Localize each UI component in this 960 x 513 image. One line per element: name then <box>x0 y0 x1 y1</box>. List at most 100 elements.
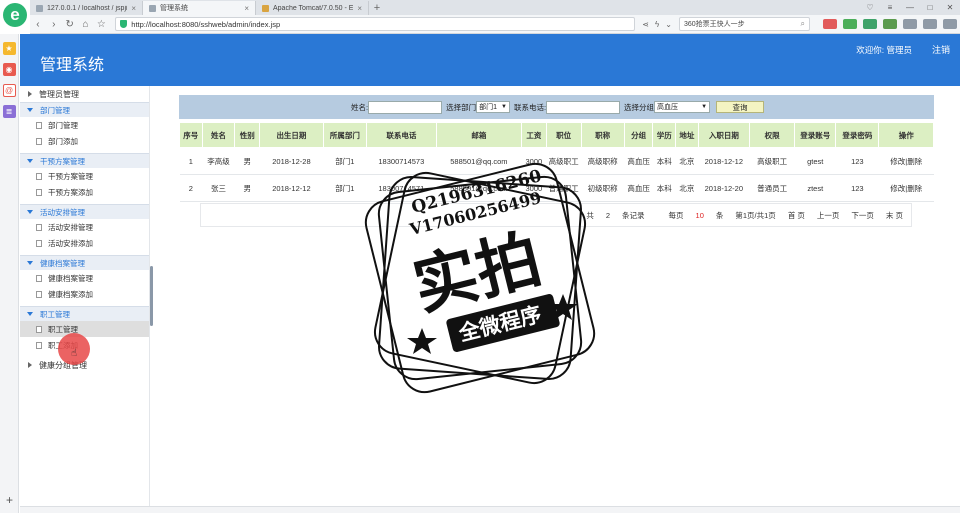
share-icon[interactable]: ⋖ <box>642 20 649 29</box>
name-input[interactable] <box>368 100 443 114</box>
table-cell: 2018-12-28 <box>259 147 324 175</box>
browser-tab-phpmyadmin[interactable]: 127.0.0.1 / localhost / jspjian· × <box>30 1 143 15</box>
close-icon[interactable]: × <box>244 4 249 13</box>
menu-group-plan[interactable]: 干预方案管理 <box>20 153 149 168</box>
url-input[interactable]: http://localhost:8080/sshweb/admin/index… <box>115 17 636 31</box>
menu-scrollbar[interactable] <box>150 266 153 326</box>
browser-tab-tomcat[interactable]: Apache Tomcat/7.0.50 - Error × <box>256 1 369 15</box>
home-icon[interactable]: ⌂ <box>78 19 94 30</box>
search-panel: 姓名: 选择部门 部门1 ▼ 联系电话: 选择分组 高血压 ▼ 查询 <box>179 95 934 119</box>
search-icon[interactable]: ⌕ <box>801 19 805 29</box>
table-cell: 2018-12-12 <box>259 174 324 202</box>
logout-link[interactable]: 注销 <box>932 43 950 56</box>
menu-item-plan-manage[interactable]: 干预方案管理 <box>20 168 149 184</box>
favorites-star-icon[interactable]: ★ <box>2 42 16 55</box>
forward-icon[interactable]: › <box>46 19 62 30</box>
close-icon[interactable]: × <box>131 4 136 13</box>
last-page-link[interactable]: 末 页 <box>886 210 903 221</box>
table-row: 2 张三男 2018-12-12 部门1 18300714571 588501@qq.co… <box>179 174 934 202</box>
table-cell: 男 <box>234 147 260 175</box>
reload-icon[interactable]: ↻ <box>62 19 78 30</box>
notes-icon[interactable]: ≣ <box>2 105 16 118</box>
address-bar: ‹ › ↻ ⌂ ☆ http://localhost:8080/sshweb/a… <box>30 15 960 34</box>
tab-title: 127.0.0.1 / localhost / jspjian· <box>47 4 127 12</box>
caret-right-icon <box>28 91 32 97</box>
extension-icon[interactable] <box>922 19 937 29</box>
menu-group-staff[interactable]: 职工管理 <box>20 306 149 321</box>
tomcat-favicon-icon <box>262 4 269 12</box>
phone-label: 联系电话: <box>513 102 547 112</box>
extension-icon[interactable] <box>882 19 897 29</box>
mail-icon[interactable]: @ <box>2 84 16 97</box>
menu-item-dept-manage[interactable]: 部门管理 <box>20 117 149 133</box>
search-input[interactable]: 360抢票王快人一步 ⌕ <box>678 17 810 31</box>
column-header: 职称 <box>580 122 625 148</box>
add-sidebar-button[interactable]: + <box>0 493 19 507</box>
dept-select[interactable]: 部门1 ▼ <box>476 101 510 113</box>
column-header: 工资 <box>521 122 547 148</box>
menu-group-label: 部门管理 <box>40 105 70 115</box>
menu-item-dept-add[interactable]: 部门添加 <box>20 133 149 149</box>
back-icon[interactable]: ‹ <box>30 19 46 30</box>
browser-logo-icon[interactable]: e <box>3 3 27 27</box>
menu-group-health[interactable]: 健康档案管理 <box>20 255 149 270</box>
table-header-row: 序号 姓名 性别 出生日期 所属部门 联系电话 邮箱 工资 职位 职称 分组 学历 地址 入职日期 权限 登录… <box>179 122 934 148</box>
extension-icon[interactable] <box>842 19 857 29</box>
welcome-text: 欢迎你: 管理员 <box>856 45 912 55</box>
close-window-icon[interactable]: ✕ <box>940 3 960 12</box>
dropdown-icon[interactable]: ⌄ <box>665 20 672 29</box>
menu-item-activity-manage[interactable]: 活动安排管理 <box>20 219 149 235</box>
menu-item-health-manage[interactable]: 健康档案管理 <box>20 270 149 286</box>
page-icon <box>36 188 42 196</box>
menu-group-activity[interactable]: 活动安排管理 <box>20 204 149 219</box>
menu-item-health-add[interactable]: 健康档案添加 <box>20 286 149 302</box>
dropdown-arrow-icon: ▼ <box>501 104 507 110</box>
edit-link[interactable]: 修改 <box>890 157 905 166</box>
table-cell: 部门1 <box>323 174 367 202</box>
staff-table: 序号 姓名 性别 出生日期 所属部门 联系电话 邮箱 工资 职位 职称 分组 学历 地址 入职日期 权限 登录… <box>179 122 934 202</box>
star-icon[interactable]: ☆ <box>93 19 109 30</box>
table-cell: 18300714571 <box>366 174 437 202</box>
next-page-link[interactable]: 下一页 <box>851 210 874 221</box>
menu-group-dept[interactable]: 部门管理 <box>20 102 149 117</box>
hand-cursor-icon: ☝ <box>71 348 78 359</box>
skin-icon[interactable]: ♡ <box>860 3 880 12</box>
edit-link[interactable]: 修改 <box>890 184 905 193</box>
table-cell: 普通员工 <box>749 174 795 202</box>
delete-link[interactable]: 删除 <box>907 157 922 166</box>
menu-item-label: 部门添加 <box>48 136 78 146</box>
minimize-icon[interactable]: — <box>900 3 920 12</box>
extension-icon[interactable] <box>902 19 917 29</box>
menu-item-staff-manage[interactable]: 职工管理 <box>20 321 149 337</box>
menu-item-activity-add[interactable]: 活动安排添加 <box>20 235 149 251</box>
group-select[interactable]: 高血压 ▼ <box>654 101 711 113</box>
menu-group-admin[interactable]: 管理员管理 <box>20 86 149 102</box>
lightning-icon[interactable]: ϟ <box>655 20 659 29</box>
extension-icon[interactable] <box>942 19 957 29</box>
first-page-link[interactable]: 首 页 <box>788 210 805 221</box>
caret-down-icon <box>27 108 33 112</box>
menu-item-label: 干预方案管理 <box>48 171 93 181</box>
phone-input[interactable] <box>546 100 621 114</box>
extension-icon[interactable] <box>862 19 877 29</box>
prev-page-link[interactable]: 上一页 <box>817 210 840 221</box>
menu-item-plan-add[interactable]: 干预方案添加 <box>20 184 149 200</box>
weibo-icon[interactable]: ◉ <box>2 63 16 76</box>
page-icon <box>36 223 42 231</box>
browser-tab-admin[interactable]: 管理系统 × <box>143 1 256 15</box>
url-tools: ⋖ ϟ ⌄ <box>639 20 675 29</box>
column-header: 序号 <box>179 122 203 148</box>
extension-icon[interactable] <box>822 19 837 29</box>
close-icon[interactable]: × <box>357 4 362 13</box>
new-tab-button[interactable]: + <box>369 1 385 15</box>
query-button[interactable]: 查询 <box>716 101 765 113</box>
pagination: 共 2 条记录 每页 10 条 第1页/共1页 首 页 上一页 下一页 末 页 <box>200 203 912 227</box>
page-icon <box>36 172 42 180</box>
column-header: 联系电话 <box>365 122 437 148</box>
maximize-icon[interactable]: □ <box>920 3 940 12</box>
column-header: 性别 <box>234 122 261 148</box>
column-header: 权限 <box>749 122 796 148</box>
delete-link[interactable]: 删除 <box>907 184 922 193</box>
menu-group-label: 职工管理 <box>40 309 70 319</box>
menu-icon[interactable]: ≡ <box>880 3 900 12</box>
